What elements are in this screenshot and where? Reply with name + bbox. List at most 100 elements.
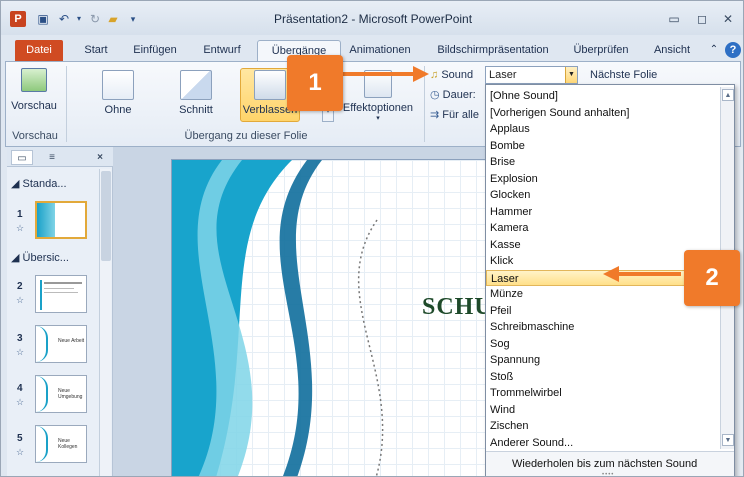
help-icon[interactable]: ? [725, 42, 741, 58]
scroll-down-icon[interactable]: ▼ [722, 434, 734, 446]
slide-thumbnail-1[interactable] [35, 201, 87, 239]
transition-star-icon: ☆ [16, 397, 25, 407]
sound-option[interactable]: Applaus [486, 121, 720, 138]
preview-icon [21, 68, 47, 92]
tab-file[interactable]: Datei [15, 40, 63, 61]
slides-tab-icon[interactable]: ▭ [11, 150, 33, 165]
resize-grip-icon[interactable]: •••• [602, 472, 614, 476]
thumbnail-text: Neue Arbeit [58, 338, 85, 344]
slide-number: 1 [17, 209, 23, 220]
powerpoint-window: P ▣ ↶ ▾ ↻ ▰ ▾ Präsentation2 - Microsoft … [0, 0, 744, 477]
sound-option[interactable]: Kamera [486, 220, 720, 237]
duration-row: ◷ Dauer: [430, 86, 476, 104]
close-panel-icon[interactable]: × [93, 150, 107, 165]
section-2-label: Übersic... [22, 252, 69, 264]
sound-option[interactable]: Zischen [486, 418, 720, 435]
slides-panel: ▭ ≡ × ◢ Standa... 1 ☆ ◢ Übersic... 2 ☆ 3… [7, 147, 113, 476]
slide-number: 2 [17, 281, 23, 292]
transition-none-label: Ohne [104, 104, 132, 116]
group-separator [66, 66, 67, 142]
section-header-2[interactable]: ◢ Übersic... [11, 251, 69, 264]
effect-options-label: Effektoptionen [342, 102, 414, 114]
outline-tab-icon[interactable]: ≡ [41, 150, 63, 165]
effect-options-arrow-icon: ▾ [376, 115, 380, 122]
effect-options-button[interactable]: Effektoptionen ▾ [336, 70, 420, 122]
transition-cut[interactable]: Schnitt [168, 70, 224, 116]
next-slide-label: Nächste Folie [590, 69, 658, 81]
repeat-sound-label: Wiederholen bis zum nächsten Sound [512, 458, 698, 470]
sound-option[interactable]: Bombe [486, 138, 720, 155]
transition-star-icon: ☆ [16, 295, 25, 305]
slide-thumbnail-5[interactable]: Neue Kollegen [35, 425, 87, 463]
callout-2: 2 [684, 250, 740, 306]
minimize-button[interactable]: ▭ [663, 11, 685, 27]
section-1-label: Standa... [22, 178, 67, 190]
sound-option[interactable]: Stoß [486, 369, 720, 386]
sound-combobox[interactable]: Laser ▼ [485, 66, 578, 84]
panel-tabs: ▭ ≡ × [7, 147, 113, 167]
preview-label: Vorschau [11, 100, 57, 112]
transition-none-icon [102, 70, 134, 100]
sound-option[interactable]: Trommelwirbel [486, 385, 720, 402]
sound-label: Sound [441, 69, 474, 81]
sound-combobox-value: Laser [489, 69, 517, 81]
thumb-line-art [44, 282, 82, 284]
sound-option[interactable]: Anderer Sound... [486, 435, 720, 452]
apply-all-label: Für alle [442, 109, 479, 121]
chevron-down-icon[interactable]: ▼ [565, 67, 577, 83]
transition-star-icon: ☆ [16, 347, 25, 357]
sound-option[interactable]: [Vorherigen Sound anhalten] [486, 105, 720, 122]
sound-option[interactable]: Explosion [486, 171, 720, 188]
transition-none[interactable]: Ohne [90, 70, 146, 116]
tab-view[interactable]: Ansicht [651, 40, 693, 61]
window-title: Präsentation2 - Microsoft PowerPoint [273, 12, 473, 26]
tab-review[interactable]: Überprüfen [569, 40, 633, 61]
preview-button[interactable]: Vorschau [10, 68, 58, 112]
sound-option[interactable]: Wind [486, 402, 720, 419]
thumbnail-text: Neue Umgebung [58, 388, 83, 400]
slide-number: 4 [17, 383, 23, 394]
apply-all-button[interactable]: ⇉ Für alle [430, 106, 479, 124]
tab-slideshow[interactable]: Bildschirmpräsentation [431, 40, 555, 61]
maximize-button[interactable]: ◻ [691, 11, 713, 27]
transition-star-icon: ☆ [16, 223, 25, 233]
section-header-1[interactable]: ◢ Standa... [11, 177, 67, 190]
transition-cut-icon [180, 70, 212, 100]
scroll-up-icon[interactable]: ▲ [722, 89, 734, 101]
slide-number: 5 [17, 433, 23, 444]
thumb-wave-art [36, 426, 48, 462]
thumb-line-art [44, 288, 74, 289]
panel-scroll-thumb[interactable] [101, 171, 111, 261]
sound-option[interactable]: Spannung [486, 352, 720, 369]
tab-insert[interactable]: Einfügen [127, 40, 183, 61]
preview-group-label: Vorschau [12, 130, 58, 142]
thumbnail-text: Neue Kollegen [58, 438, 78, 450]
sound-option[interactable]: [Ohne Sound] [486, 88, 720, 105]
tab-animations[interactable]: Animationen [345, 40, 415, 61]
transitions-group-label: Übergang zu dieser Folie [184, 130, 308, 142]
sound-option[interactable]: Brise [486, 154, 720, 171]
callout-1: 1 [287, 55, 343, 111]
tab-start[interactable]: Start [79, 40, 113, 61]
title-bar: P ▣ ↶ ▾ ↻ ▰ ▾ Präsentation2 - Microsoft … [1, 1, 743, 35]
thumb-wave-art [37, 203, 55, 237]
slide-thumbnail-4[interactable]: Neue Umgebung [35, 375, 87, 413]
slide-thumbnail-3[interactable]: Neue Arbeit [35, 325, 87, 363]
sound-icon: ♫ [430, 69, 439, 81]
sound-option[interactable]: Sog [486, 336, 720, 353]
apply-all-icon: ⇉ [430, 109, 440, 121]
sound-option[interactable]: Glocken [486, 187, 720, 204]
clock-icon: ◷ [430, 89, 440, 101]
minimize-ribbon-icon[interactable]: ⌃ [707, 40, 721, 61]
group-separator [424, 66, 425, 142]
tab-design[interactable]: Entwurf [197, 40, 247, 61]
repeat-sound-option[interactable]: Wiederholen bis zum nächsten Sound •••• [486, 451, 734, 476]
close-button[interactable]: ✕ [717, 11, 739, 27]
slide-thumbnail-2[interactable] [35, 275, 87, 313]
sound-option[interactable]: Hammer [486, 204, 720, 221]
transition-cut-label: Schnitt [179, 104, 213, 116]
panel-scrollbar[interactable] [99, 169, 111, 476]
thumb-line-art [44, 292, 78, 293]
slide-number: 3 [17, 333, 23, 344]
sound-option[interactable]: Schreibmaschine [486, 319, 720, 336]
